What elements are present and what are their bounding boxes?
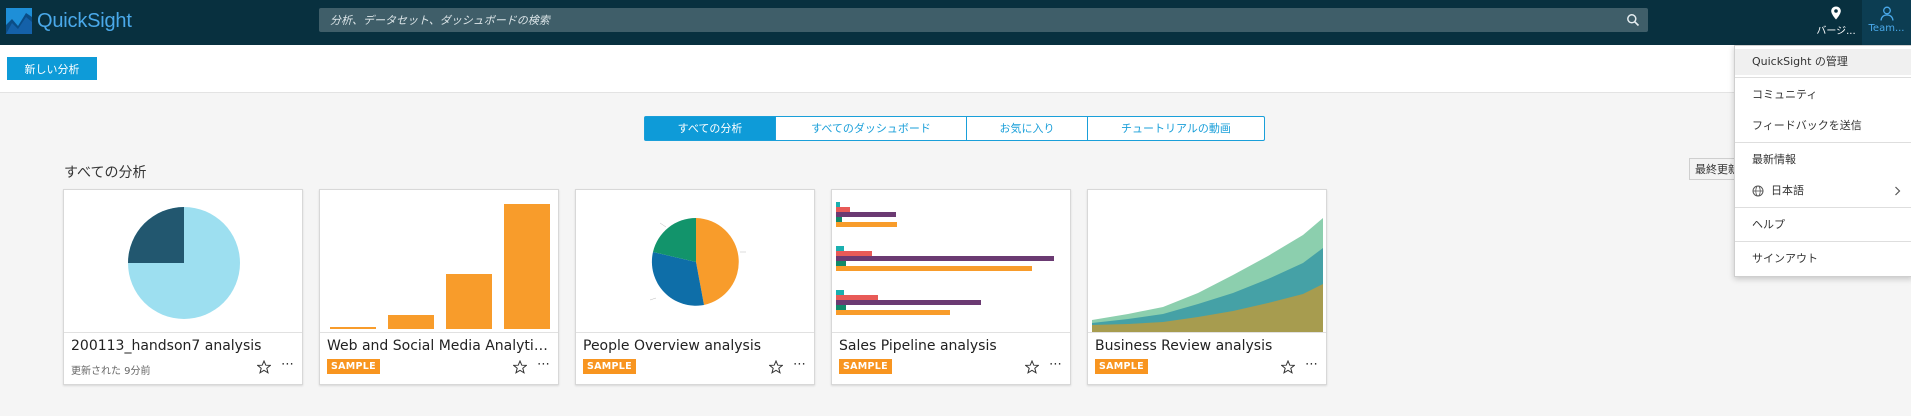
analysis-thumbnail xyxy=(64,190,302,333)
search-icon[interactable] xyxy=(1626,13,1640,27)
favorite-star-icon[interactable] xyxy=(769,360,783,374)
view-tabs: すべての分析 すべてのダッシュボード お気に入り チュートリアルの動画 xyxy=(644,116,1265,141)
chevron-right-icon xyxy=(1895,186,1901,196)
tab-favorites[interactable]: お気に入り xyxy=(966,117,1087,140)
more-options-icon[interactable]: ⋯ xyxy=(1305,358,1318,371)
menu-divider xyxy=(1735,241,1911,242)
search-bar xyxy=(319,8,1648,32)
analysis-thumbnail xyxy=(576,190,814,333)
section-title: すべての分析 xyxy=(64,165,147,181)
more-options-icon[interactable]: ⋯ xyxy=(793,358,806,371)
menu-item-manage-quicksight[interactable]: QuickSight の管理 xyxy=(1735,49,1911,75)
more-options-icon[interactable]: ⋯ xyxy=(281,358,294,371)
analysis-title[interactable]: Web and Social Media Analytics analysis xyxy=(327,338,553,354)
region-label: バージ... xyxy=(1816,26,1856,37)
analysis-card[interactable]: 200113_handson7 analysis 更新された 9分前 ⋯ xyxy=(63,189,303,385)
user-menu[interactable]: Team... xyxy=(1862,0,1911,45)
new-analysis-button[interactable]: 新しい分析 xyxy=(7,57,97,80)
analysis-thumbnail xyxy=(320,190,558,333)
sample-badge: SAMPLE xyxy=(839,359,892,374)
quicksight-logo[interactable]: QuickSight xyxy=(6,8,132,34)
more-options-icon[interactable]: ⋯ xyxy=(537,358,550,371)
analysis-title[interactable]: 200113_handson7 analysis xyxy=(71,338,297,354)
analysis-title[interactable]: Sales Pipeline analysis xyxy=(839,338,1065,354)
tab-tutorial-videos[interactable]: チュートリアルの動画 xyxy=(1087,117,1264,140)
user-icon xyxy=(1879,6,1894,21)
favorite-star-icon[interactable] xyxy=(257,360,271,374)
menu-item-sign-out[interactable]: サインアウト xyxy=(1735,246,1911,272)
top-navigation-bar: QuickSight バージ... Team... xyxy=(0,0,1911,45)
last-updated-text: 更新された 9分前 xyxy=(71,366,151,377)
region-menu[interactable]: バージ... xyxy=(1810,4,1862,45)
menu-divider xyxy=(1735,77,1911,78)
favorite-star-icon[interactable] xyxy=(1025,360,1039,374)
analysis-title[interactable]: People Overview analysis xyxy=(583,338,809,354)
analysis-card[interactable]: People Overview analysis SAMPLE ⋯ xyxy=(575,189,815,385)
analysis-card[interactable]: Business Review analysis SAMPLE ⋯ xyxy=(1087,189,1327,385)
favorite-star-icon[interactable] xyxy=(513,360,527,374)
analysis-card[interactable]: Sales Pipeline analysis SAMPLE ⋯ xyxy=(831,189,1071,385)
menu-item-whats-new[interactable]: 最新情報 xyxy=(1735,147,1911,173)
menu-item-send-feedback[interactable]: フィードバックを送信 xyxy=(1735,113,1911,139)
search-input[interactable] xyxy=(319,8,1609,32)
quicksight-logo-icon xyxy=(6,8,32,34)
menu-divider xyxy=(1735,207,1911,208)
globe-icon xyxy=(1752,185,1764,197)
sort-dropdown[interactable]: 最終更新 xyxy=(1689,158,1737,180)
sample-badge: SAMPLE xyxy=(327,359,380,374)
menu-item-help[interactable]: ヘルプ xyxy=(1735,212,1911,238)
location-pin-icon xyxy=(1831,6,1841,20)
tab-all-analyses[interactable]: すべての分析 xyxy=(645,117,775,140)
analysis-title[interactable]: Business Review analysis xyxy=(1095,338,1321,354)
action-bar: 新しい分析 xyxy=(0,45,1911,93)
menu-item-community[interactable]: コミュニティ xyxy=(1735,82,1911,108)
sample-badge: SAMPLE xyxy=(583,359,636,374)
menu-divider xyxy=(1735,142,1911,143)
sample-badge: SAMPLE xyxy=(1095,359,1148,374)
favorite-star-icon[interactable] xyxy=(1281,360,1295,374)
user-dropdown-menu: QuickSight の管理 コミュニティ フィードバックを送信 最新情報 日本… xyxy=(1734,45,1911,277)
analysis-thumbnail xyxy=(1088,190,1326,333)
tab-all-dashboards[interactable]: すべてのダッシュボード xyxy=(775,117,966,140)
analysis-thumbnail xyxy=(832,190,1070,333)
user-label: Team... xyxy=(1868,23,1905,34)
more-options-icon[interactable]: ⋯ xyxy=(1049,358,1062,371)
menu-item-language[interactable]: 日本語 xyxy=(1735,178,1911,204)
analysis-card[interactable]: Web and Social Media Analytics analysis … xyxy=(319,189,559,385)
language-label: 日本語 xyxy=(1771,184,1804,197)
brand-name: QuickSight xyxy=(37,9,132,32)
